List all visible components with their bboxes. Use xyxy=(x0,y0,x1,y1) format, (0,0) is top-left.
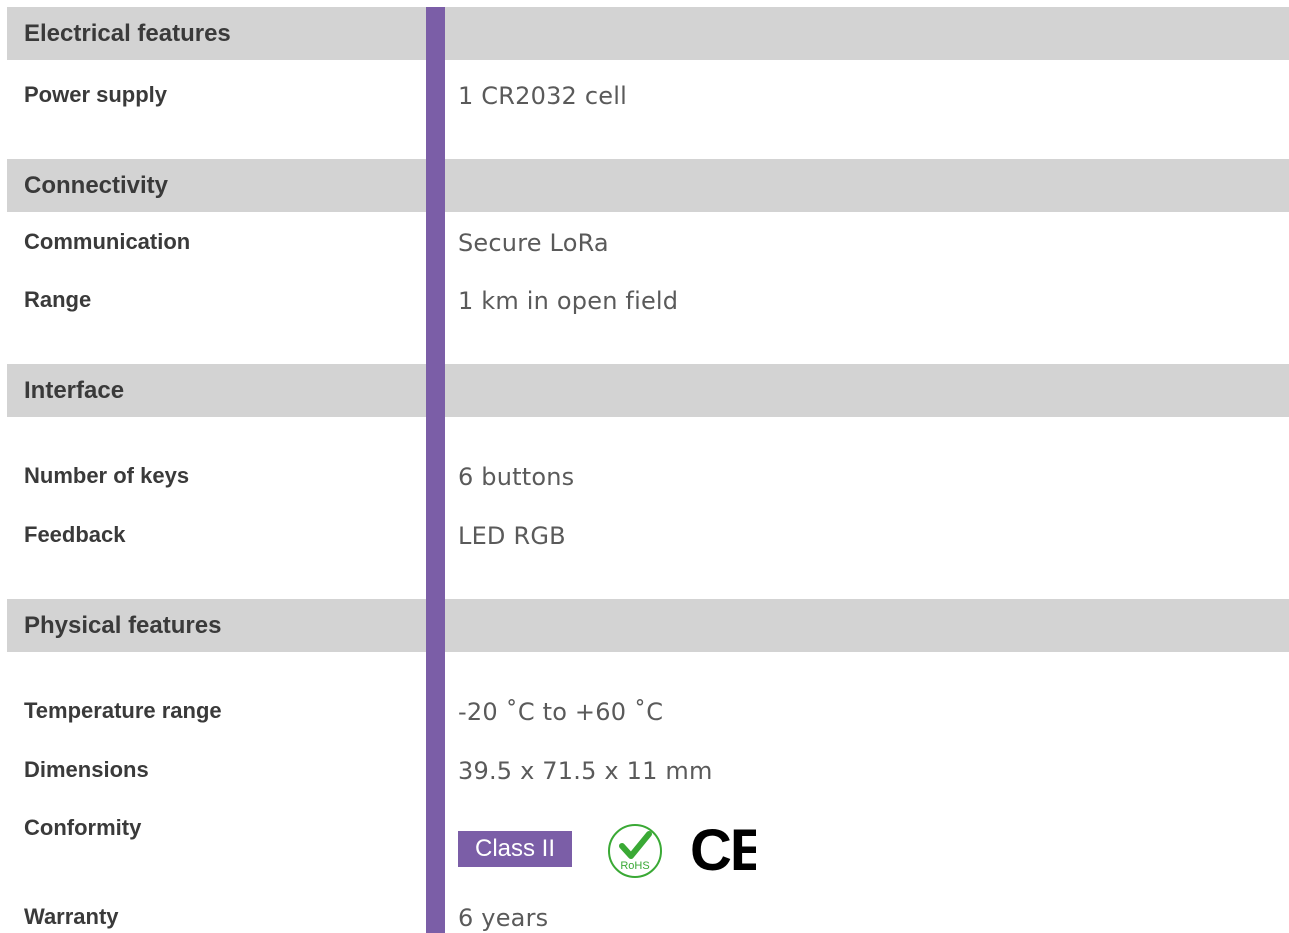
class-ii-badge: Class II xyxy=(458,831,572,867)
section-title-physical: Physical features xyxy=(24,612,222,639)
row-value-temperature-range: -20 ˚C to +60 ˚C xyxy=(458,698,664,726)
row-label-feedback: Feedback xyxy=(24,522,126,547)
row-value-feedback: LED RGB xyxy=(458,522,566,550)
row-value-range: 1 km in open field xyxy=(458,287,679,315)
column-divider xyxy=(426,7,445,933)
row-value-number-of-keys: 6 buttons xyxy=(458,463,575,491)
row-label-number-of-keys: Number of keys xyxy=(24,463,190,488)
row-label-dimensions: Dimensions xyxy=(24,757,149,782)
section-band-interface xyxy=(7,364,1289,417)
row-label-range: Range xyxy=(24,287,92,312)
row-value-communication: Secure LoRa xyxy=(458,229,609,257)
ce-mark-icon: CE xyxy=(690,820,756,876)
row-value-warranty: 6 years xyxy=(458,904,549,932)
row-value-power-supply: 1 CR2032 cell xyxy=(458,82,627,110)
section-title-connectivity: Connectivity xyxy=(24,172,169,199)
row-label-conformity: Conformity xyxy=(24,815,142,840)
section-band-connectivity xyxy=(7,159,1289,212)
ce-mark-label: CE xyxy=(690,820,756,876)
row-label-communication: Communication xyxy=(24,229,191,254)
section-title-electrical: Electrical features xyxy=(24,20,231,47)
section-title-interface: Interface xyxy=(24,377,125,404)
row-label-warranty: Warranty xyxy=(24,904,119,929)
row-label-power-supply: Power supply xyxy=(24,82,168,107)
rohs-icon: RoHS xyxy=(608,824,662,878)
row-label-temperature-range: Temperature range xyxy=(24,698,222,723)
rohs-label: RoHS xyxy=(620,860,649,872)
row-value-dimensions: 39.5 x 71.5 x 11 mm xyxy=(458,757,713,785)
spec-sheet: Electrical features Connectivity Interfa… xyxy=(0,0,1289,933)
